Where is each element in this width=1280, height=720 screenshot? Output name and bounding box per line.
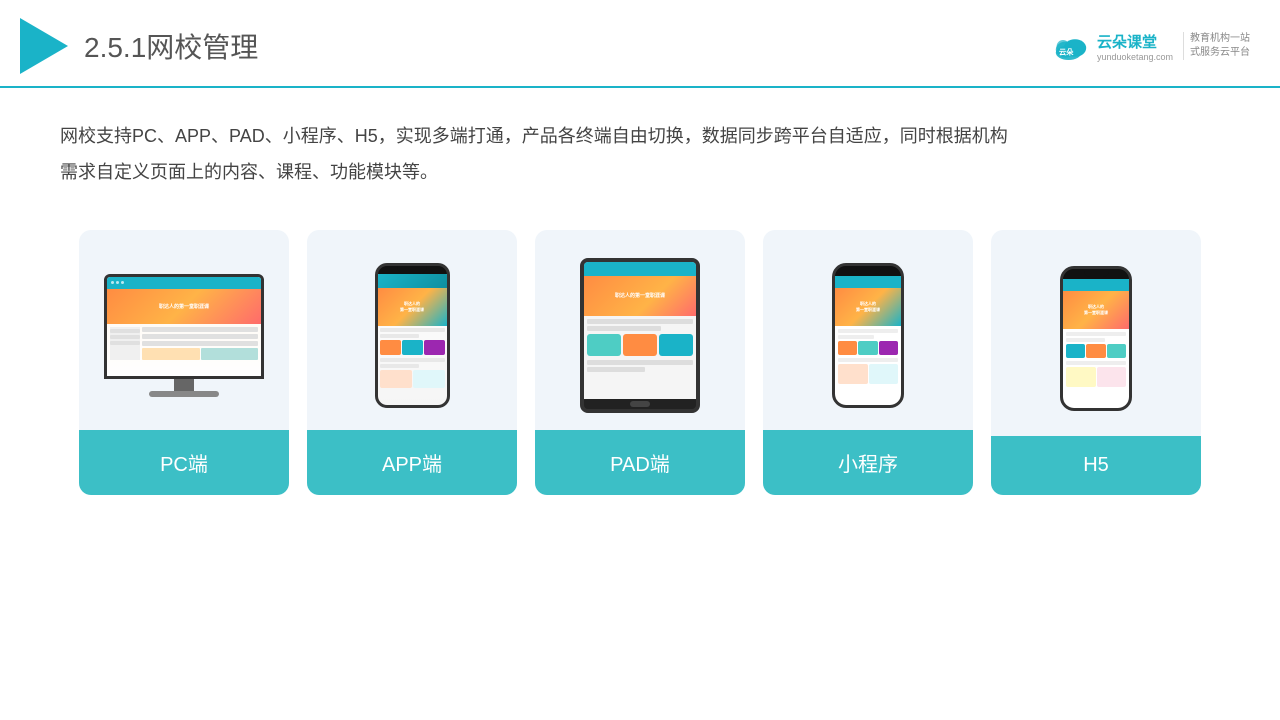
card-pc: 职达人的第一堂职涯课: [79, 230, 289, 495]
mini-phone-miniprogram-mockup: 职达人的第一堂职涯课: [832, 263, 904, 408]
svg-text:云朵: 云朵: [1059, 47, 1074, 56]
brand-logo-area: 云朵 云朵课堂 yunduoketang.com 教育机构一站式服务云平台: [1051, 31, 1250, 62]
card-pc-label: PC端: [79, 430, 289, 495]
brand-name: 云朵课堂: [1097, 31, 1173, 52]
card-miniprogram-image: 职达人的第一堂职涯课: [763, 230, 973, 430]
description-line2: 需求自定义页面上的内容、课程、功能模块等。: [60, 154, 1220, 190]
phone-app-mockup: 职达人的第一堂职涯课: [375, 263, 450, 408]
description-line1: 网校支持PC、APP、PAD、小程序、H5，实现多端打通，产品各终端自由切换，数…: [60, 118, 1220, 154]
brand-logo: 云朵 云朵课堂 yunduoketang.com 教育机构一站式服务云平台: [1051, 31, 1250, 62]
desktop-screen: 职达人的第一堂职涯课: [104, 274, 264, 379]
card-app-image: 职达人的第一堂职涯课: [307, 230, 517, 430]
cards-container: 职达人的第一堂职涯课: [0, 210, 1280, 525]
card-pad-image: 职达人的第一堂职涯课: [535, 230, 745, 430]
card-h5-label: H5: [991, 436, 1201, 495]
card-miniprogram-label: 小程序: [763, 430, 973, 495]
cloud-icon: 云朵: [1051, 32, 1091, 60]
card-h5: 职达人的第一堂职涯课: [991, 230, 1201, 495]
page-title: 2.5.1网校管理: [84, 26, 258, 66]
card-pad: 职达人的第一堂职涯课: [535, 230, 745, 495]
mini-phone-h5-mockup: 职达人的第一堂职涯课: [1060, 266, 1132, 411]
desktop-mockup: 职达人的第一堂职涯课: [104, 274, 264, 397]
card-app-label: APP端: [307, 430, 517, 495]
card-h5-image: 职达人的第一堂职涯课: [991, 230, 1201, 436]
title-prefix: 2.5.1: [84, 32, 146, 63]
card-pad-label: PAD端: [535, 430, 745, 495]
tablet-mockup: 职达人的第一堂职涯课: [580, 258, 700, 413]
description-text: 网校支持PC、APP、PAD、小程序、H5，实现多端打通，产品各终端自由切换，数…: [0, 88, 1280, 210]
brand-name-text: 云朵课堂 yunduoketang.com: [1097, 31, 1173, 62]
card-pc-image: 职达人的第一堂职涯课: [79, 230, 289, 430]
card-app: 职达人的第一堂职涯课: [307, 230, 517, 495]
title-main: 网校管理: [146, 32, 258, 63]
logo-triangle-icon: [20, 18, 68, 74]
card-miniprogram: 职达人的第一堂职涯课: [763, 230, 973, 495]
header-left: 2.5.1网校管理: [20, 18, 258, 74]
header: 2.5.1网校管理 云朵 云朵课堂 yunduoketang.com 教育机构一…: [0, 0, 1280, 88]
brand-url: yunduoketang.com: [1097, 52, 1173, 62]
brand-subtitle: 教育机构一站式服务云平台: [1183, 32, 1250, 60]
